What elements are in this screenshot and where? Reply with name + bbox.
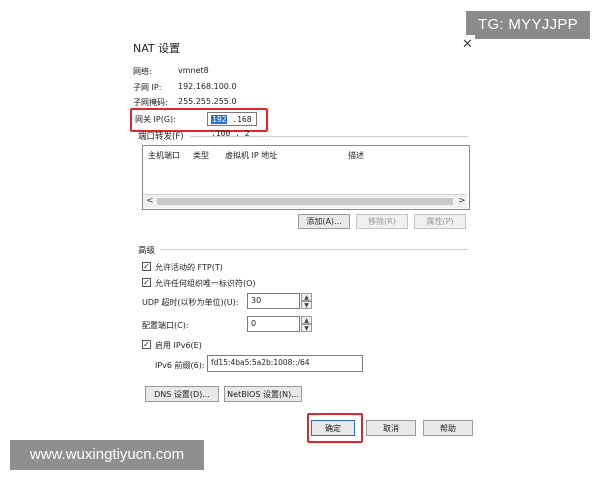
subnet-ip-label: 子网 IP:	[133, 83, 162, 92]
dns-settings-button[interactable]: DNS 设置(D)...	[145, 386, 219, 402]
enable-ipv6-checkbox[interactable]: ✓	[142, 340, 151, 349]
horizontal-scrollbar[interactable]: < >	[143, 194, 467, 208]
cancel-button[interactable]: 取消	[366, 420, 416, 436]
config-port-down-icon[interactable]: ▼	[301, 324, 312, 332]
column-description[interactable]: 描述	[348, 150, 364, 161]
subnet-mask-label: 子网掩码:	[133, 98, 168, 107]
dialog-title: NAT 设置	[133, 42, 181, 55]
netbios-settings-button[interactable]: NetBIOS 设置(N)...	[224, 386, 302, 402]
advanced-label: 高级	[138, 246, 156, 256]
allow-ftp-checkbox[interactable]: ✓	[142, 262, 151, 271]
enable-ipv6-label[interactable]: 启用 IPv6(E)	[155, 340, 202, 351]
subnet-mask-value: 255.255.255.0	[178, 97, 237, 106]
column-vm-ip[interactable]: 虚拟机 IP 地址	[225, 150, 277, 161]
properties-button[interactable]: 属性(P)	[414, 214, 466, 229]
scrollbar-thumb[interactable]	[157, 198, 453, 205]
ipv6-prefix-label: IPv6 前缀(6):	[155, 361, 205, 370]
scroll-left-icon[interactable]: <	[146, 196, 154, 206]
network-label: 网络:	[133, 67, 152, 76]
network-value: vmnet8	[178, 66, 209, 75]
allow-oui-label[interactable]: 允许任何组织唯一标识符(O)	[155, 278, 256, 289]
allow-oui-checkbox[interactable]: ✓	[142, 278, 151, 287]
column-type[interactable]: 类型	[193, 150, 209, 161]
gateway-label: 网关 IP(G):	[135, 115, 176, 124]
gateway-ip-selected-octet: 192	[211, 115, 228, 124]
udp-timeout-label: UDP 超时(以秒为单位)(U):	[142, 298, 239, 307]
udp-timeout-up-icon[interactable]: ▲	[301, 293, 312, 301]
gateway-ip-field[interactable]: 192 .168 .100 . 2	[207, 112, 257, 138]
ok-button[interactable]: 确定	[311, 420, 355, 436]
remove-button[interactable]: 移除(R)	[356, 214, 408, 229]
close-icon[interactable]: ✕	[462, 37, 473, 52]
config-port-label: 配置端口(C):	[142, 321, 189, 330]
subnet-ip-value: 192.168.100.0	[178, 82, 237, 91]
help-button[interactable]: 帮助	[423, 420, 473, 436]
config-port-input[interactable]: 0	[247, 316, 300, 332]
udp-timeout-down-icon[interactable]: ▼	[301, 301, 312, 309]
nat-settings-dialog	[125, 35, 475, 440]
config-port-up-icon[interactable]: ▲	[301, 316, 312, 324]
port-forwarding-label: 端口转发(F)	[138, 132, 184, 142]
port-forwarding-list[interactable]: 主机端口 类型 虚拟机 IP 地址 描述 < >	[142, 145, 470, 210]
port-forwarding-divider	[190, 136, 468, 137]
scroll-right-icon[interactable]: >	[458, 196, 466, 206]
allow-ftp-label[interactable]: 允许活动的 FTP(T)	[155, 262, 223, 273]
watermark-telegram: TG: MYYJJPP	[466, 11, 590, 39]
add-button[interactable]: 添加(A)...	[298, 214, 350, 229]
watermark-website: www.wuxingtiyucn.com	[10, 440, 204, 470]
ipv6-prefix-input[interactable]: fd15:4ba5:5a2b:1008::/64	[207, 355, 363, 372]
udp-timeout-input[interactable]: 30	[247, 293, 300, 309]
column-host-port[interactable]: 主机端口	[148, 150, 180, 161]
advanced-divider	[160, 249, 468, 250]
